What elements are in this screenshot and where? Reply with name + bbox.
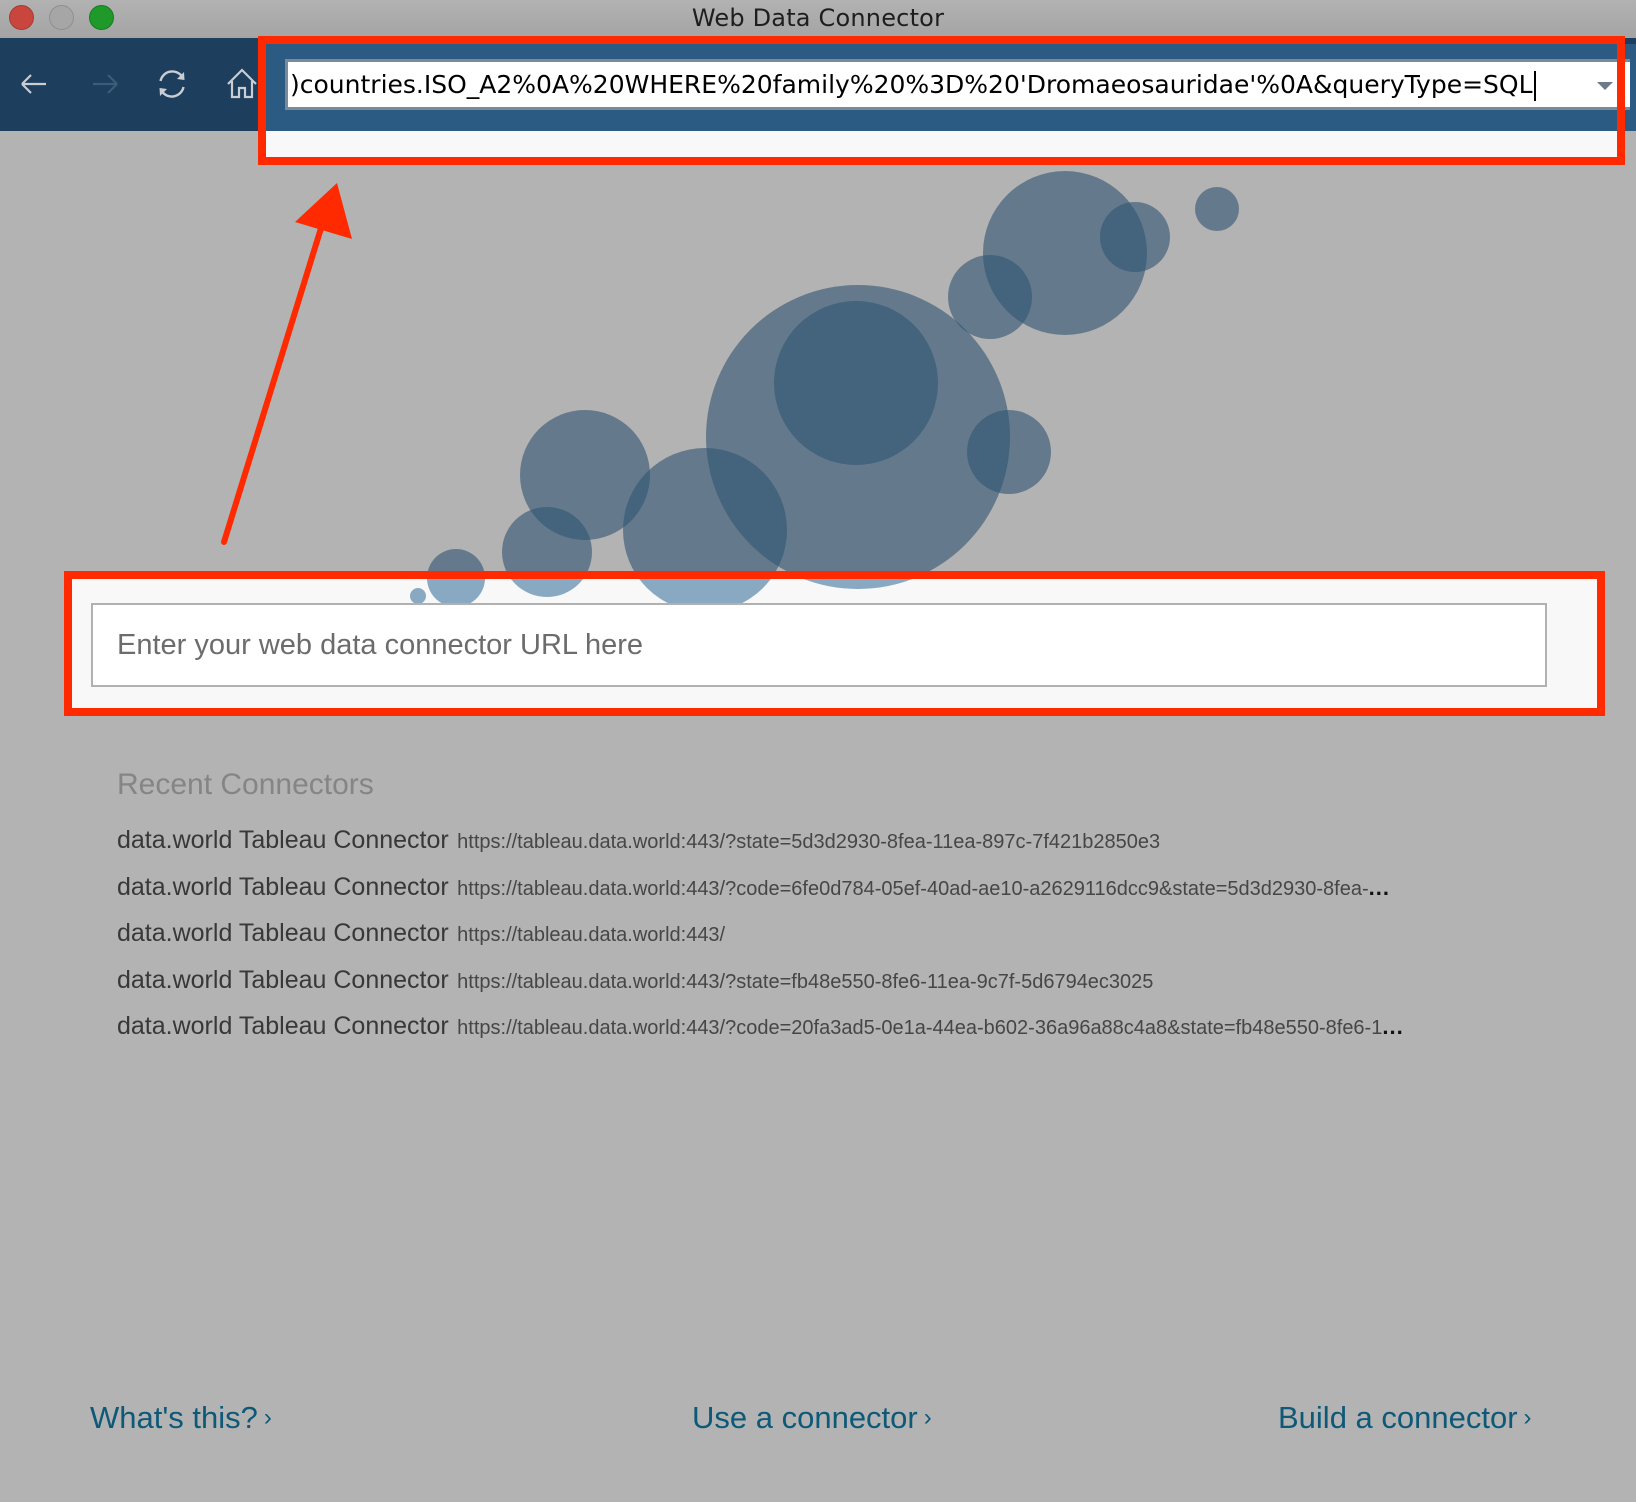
recent-connector-item[interactable]: data.world Tableau Connector https://tab…	[117, 966, 1537, 1013]
recent-connectors-heading: Recent Connectors	[117, 768, 374, 801]
address-bar-highlight	[258, 36, 1625, 165]
bubble-shape	[1100, 202, 1170, 272]
recent-connectors-list: data.world Tableau Connector https://tab…	[117, 826, 1537, 1059]
connector-name: data.world Tableau Connector	[117, 1012, 449, 1040]
refresh-icon	[159, 70, 185, 98]
connector-url: https://tableau.data.world:443/?code=6fe…	[457, 877, 1369, 900]
truncation-ellipsis: ...	[1382, 1014, 1404, 1039]
bubble-shape	[1195, 187, 1239, 231]
home-button[interactable]	[222, 64, 262, 104]
recent-connector-item[interactable]: data.world Tableau Connector https://tab…	[117, 919, 1537, 966]
bubble-shape	[774, 301, 938, 465]
connector-name: data.world Tableau Connector	[117, 826, 449, 854]
recent-connector-item[interactable]: data.world Tableau Connector https://tab…	[117, 873, 1537, 920]
build-connector-link[interactable]: Build a connector ›	[1278, 1400, 1532, 1436]
connector-url: https://tableau.data.world:443/?state=5d…	[457, 831, 1161, 853]
connector-name: data.world Tableau Connector	[117, 965, 449, 994]
url-input-highlight	[64, 571, 1605, 716]
back-button[interactable]	[14, 64, 54, 104]
truncation-ellipsis: ...	[1368, 874, 1390, 900]
recent-connector-item[interactable]: data.world Tableau Connector https://tab…	[117, 1012, 1537, 1059]
use-connector-link[interactable]: Use a connector ›	[692, 1400, 932, 1436]
connector-url: https://tableau.data.world:443/?code=20f…	[457, 1017, 1383, 1039]
build-connector-label: Build a connector	[1278, 1400, 1518, 1435]
connector-name: data.world Tableau Connector	[117, 919, 449, 947]
connector-url: https://tableau.data.world:443/	[457, 924, 726, 946]
refresh-button[interactable]	[152, 64, 192, 104]
chevron-right-icon: ›	[1523, 1404, 1532, 1431]
connector-name: data.world Tableau Connector	[117, 872, 449, 901]
chevron-right-icon: ›	[923, 1404, 932, 1431]
connector-url: https://tableau.data.world:443/?state=fb…	[457, 970, 1154, 993]
bubble-decoration	[410, 171, 1239, 601]
forward-button[interactable]	[85, 64, 125, 104]
whats-this-label: What's this?	[90, 1400, 258, 1435]
home-icon	[227, 68, 257, 99]
window-titlebar: Web Data Connector	[0, 0, 1636, 39]
chevron-right-icon: ›	[263, 1404, 272, 1431]
arrow-right-icon	[93, 74, 118, 94]
arrow-left-icon	[21, 74, 46, 94]
whats-this-link[interactable]: What's this? ›	[90, 1400, 272, 1436]
bubble-shape	[967, 410, 1051, 494]
use-connector-label: Use a connector	[692, 1400, 918, 1435]
bubble-shape	[948, 255, 1032, 339]
recent-connector-item[interactable]: data.world Tableau Connector https://tab…	[117, 826, 1537, 873]
window-title: Web Data Connector	[691, 4, 945, 32]
